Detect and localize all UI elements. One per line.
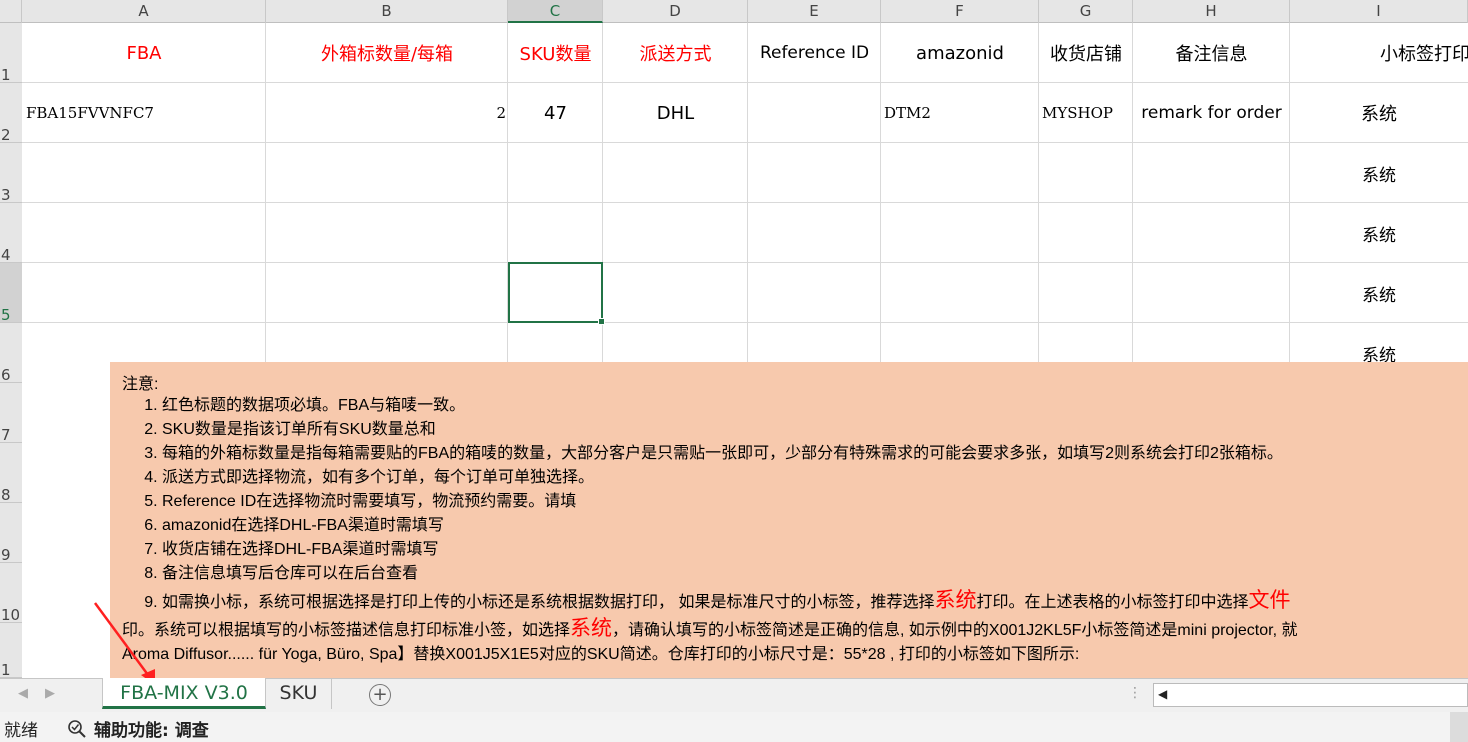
note-highlight: 系统 [934, 589, 977, 612]
row-header-4[interactable]: 4 [0, 203, 22, 264]
note-title: 注意: [122, 376, 159, 393]
row-header-3[interactable]: 3 [0, 143, 22, 204]
cell-i1[interactable]: 小标签打印 [1380, 23, 1468, 83]
cell-c2[interactable]: 47 [508, 83, 603, 143]
cell-g1[interactable]: 收货店铺 [1039, 23, 1133, 83]
column-header-f[interactable]: F [881, 0, 1039, 23]
scrollbar-corner [1450, 712, 1468, 742]
note-continuation-1: 印。系统可以根据填写的小标签描述信息打印标准小签，如选择系统，请确认填写的小标签… [122, 616, 1468, 642]
cell-f2[interactable]: DTM2 [884, 83, 1038, 143]
cell-a2[interactable]: FBA15FVVNFC7 [26, 83, 264, 143]
sheet-tab-sku[interactable]: SKU [266, 679, 332, 709]
cell-a1[interactable]: FBA [22, 23, 266, 83]
cell-i5[interactable]: 系统 [1290, 263, 1468, 323]
tab-scroll-right-icon[interactable]: ▶ [45, 686, 55, 701]
cell-b2[interactable]: 2 [266, 83, 506, 143]
add-sheet-button[interactable]: + [369, 684, 391, 706]
row-header-7[interactable]: 7 [0, 383, 22, 444]
fill-handle[interactable] [598, 318, 605, 325]
column-header-c[interactable]: C [508, 0, 603, 23]
cell-d1[interactable]: 派送方式 [603, 23, 748, 83]
cell-h1[interactable]: 备注信息 [1133, 23, 1290, 83]
cell-h2[interactable]: remark for order [1133, 83, 1290, 143]
column-header-i[interactable]: I [1290, 0, 1468, 23]
row-header-2[interactable]: 2 [0, 83, 22, 144]
cell-f1[interactable]: amazonid [881, 23, 1039, 83]
row-header-10[interactable]: 10 [0, 563, 22, 624]
status-ready-text: 就绪 [4, 721, 38, 741]
note-item: 派送方式即选择物流，如有多个订单，每个订单可单独选择。 [162, 466, 1468, 490]
cell-i3[interactable]: 系统 [1290, 143, 1468, 203]
column-header-a[interactable]: A [22, 0, 266, 23]
note-item: amazonid在选择DHL-FBA渠道时需填写 [162, 514, 1468, 538]
column-header-d[interactable]: D [603, 0, 748, 23]
accessibility-status[interactable]: 辅助功能: 调查 [94, 716, 209, 741]
select-all-corner[interactable] [0, 0, 22, 23]
note-text: 印。系统可以根据填写的小标签描述信息打印标准小签，如选择 [122, 622, 571, 639]
note-item: SKU数量是指该订单所有SKU数量总和 [162, 418, 1468, 442]
row-header-5[interactable]: 5 [0, 263, 22, 324]
cell-e2[interactable] [748, 83, 881, 143]
gridline [22, 202, 1468, 203]
cell-e1[interactable]: Reference ID [748, 23, 881, 83]
gridline [22, 322, 1468, 323]
note-text: 打印。在上述表格的小标签打印中选择 [976, 594, 1249, 611]
note-item: 红色标题的数据项必填。FBA与箱唛一致。 [162, 394, 1468, 418]
note-text: ，请确认填写的小标签简述是正确的信息, 如示例中的X001J2KL5F小标签简述… [612, 622, 1298, 639]
row-header-9[interactable]: 9 [0, 503, 22, 564]
cell-d2[interactable]: DHL [603, 83, 748, 143]
note-list: 红色标题的数据项必填。FBA与箱唛一致。 SKU数量是指该订单所有SKU数量总和… [122, 394, 1468, 616]
note-box[interactable]: 注意: 红色标题的数据项必填。FBA与箱唛一致。 SKU数量是指该订单所有SKU… [110, 362, 1468, 678]
tab-scroll-left-icon[interactable]: ◀ [18, 686, 28, 701]
note-highlight: 系统 [570, 617, 613, 640]
cell-i2[interactable]: 系统 [1290, 83, 1468, 143]
sheet-tab-bar: ◀ ▶ FBA-MIX V3.0 SKU + ⋮ ◀ [0, 678, 1468, 712]
note-item: Reference ID在选择物流时需要填写，物流预约需要。请填 [162, 490, 1468, 514]
cell-i4[interactable]: 系统 [1290, 203, 1468, 263]
row-header-1[interactable]: 1 [0, 23, 22, 84]
cell-b1[interactable]: 外箱标数量/每箱 [266, 23, 508, 83]
note-item: 备注信息填写后仓库可以在后台查看 [162, 562, 1468, 586]
note-item: 收货店铺在选择DHL-FBA渠道时需填写 [162, 538, 1468, 562]
selected-cell-c5[interactable] [508, 262, 603, 323]
sheet-tab-fba-mix[interactable]: FBA-MIX V3.0 [102, 678, 266, 709]
column-header-h[interactable]: H [1133, 0, 1290, 23]
red-arrow-annotation [93, 602, 155, 685]
gridline [22, 262, 1468, 263]
note-continuation-2: Aroma Diffusor...... für Yoga, Büro, Spa… [122, 646, 1080, 663]
row-header-11[interactable]: 1 [0, 623, 22, 679]
note-highlight: 文件 [1248, 589, 1291, 612]
column-header-bar: A B C D E F G H I [0, 0, 1468, 23]
cell-g2[interactable]: MYSHOP [1042, 83, 1132, 143]
note-item-9: 如需换小标，系统可根据选择是打印上传的小标还是系统根据数据打印， 如果是标准尺寸… [162, 586, 1468, 616]
column-header-e[interactable]: E [748, 0, 881, 23]
row-header-6[interactable]: 6 [0, 323, 22, 384]
horizontal-scrollbar[interactable] [1153, 683, 1468, 707]
column-header-g[interactable]: G [1039, 0, 1133, 23]
note-item: 每箱的外箱标数量是指每箱需要贴的FBA的箱唛的数量，大部分客户是只需贴一张即可，… [162, 442, 1468, 466]
scroll-left-arrow-icon[interactable]: ◀ [1158, 687, 1167, 701]
note-text: 如需换小标，系统可根据选择是打印上传的小标还是系统根据数据打印， 如果是标准尺寸… [162, 594, 935, 611]
row-header-8[interactable]: 8 [0, 443, 22, 504]
tab-splitter-icon[interactable]: ⋮ [1128, 685, 1142, 701]
accessibility-icon[interactable] [66, 718, 88, 738]
cell-c1[interactable]: SKU数量 [508, 23, 603, 83]
status-bar: 就绪 辅助功能: 调查 [0, 712, 1468, 742]
column-header-b[interactable]: B [266, 0, 508, 23]
